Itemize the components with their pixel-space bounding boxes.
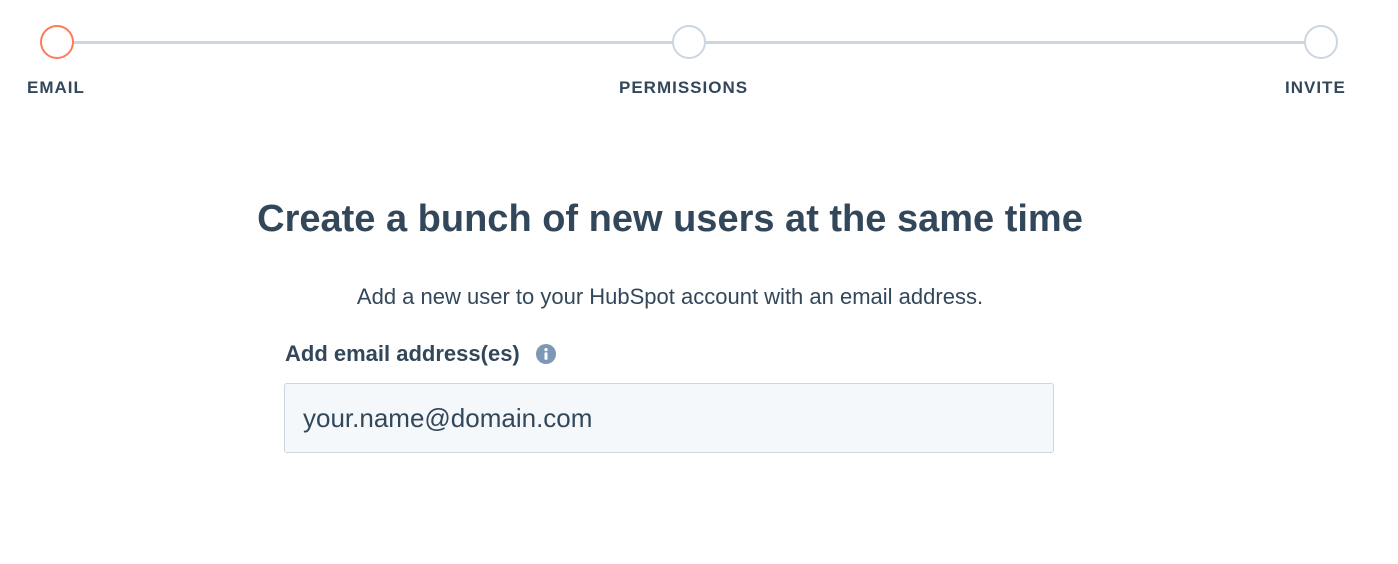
stepper-connector xyxy=(74,41,674,44)
step-invite-label[interactable]: INVITE xyxy=(1285,78,1346,98)
email-input[interactable] xyxy=(284,383,1054,453)
step-invite-indicator[interactable] xyxy=(1304,25,1338,59)
step-email-indicator[interactable] xyxy=(40,25,74,59)
stepper-connector xyxy=(706,41,1306,44)
step-permissions-indicator[interactable] xyxy=(672,25,706,59)
email-field-label: Add email address(es) xyxy=(285,341,520,366)
info-icon-glyph xyxy=(544,348,548,360)
page-title: Create a bunch of new users at the same … xyxy=(257,198,1083,240)
info-icon[interactable] xyxy=(535,344,556,364)
step-email-label[interactable]: EMAIL xyxy=(27,78,85,98)
progress-stepper: EMAIL PERMISSIONS INVITE xyxy=(0,0,1398,120)
email-field-label-row: Add email address(es) xyxy=(285,339,556,369)
page-subtitle: Add a new user to your HubSpot account w… xyxy=(356,284,984,309)
step-permissions-label[interactable]: PERMISSIONS xyxy=(619,78,748,98)
